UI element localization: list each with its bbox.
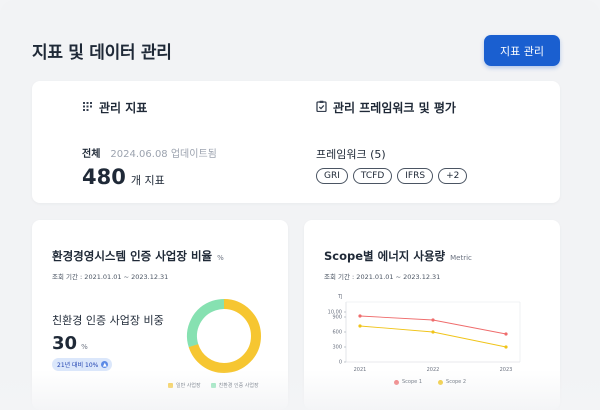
legend-swatch	[210, 383, 216, 388]
delta-text: 21년 대비 10%	[57, 362, 99, 369]
energy-card: Scope별 에너지 사용량 Metric 조회 기간 : 2021.01.01…	[304, 220, 560, 410]
clipboard-check-icon	[316, 100, 327, 115]
line-legend: Scope 1 Scope 2	[394, 379, 466, 385]
framework-chip[interactable]: IFRS	[397, 168, 434, 184]
indicators-total-row: 전체 2024.06.08 업데이트됨	[82, 145, 217, 160]
indicator-count: 480 개 지표	[82, 165, 165, 189]
legend-swatch	[438, 379, 444, 385]
framework-chips: GRI TCFD IFRS +2	[316, 168, 468, 184]
framework-chip-more[interactable]: +2	[438, 168, 468, 184]
energy-card-unit: Metric	[450, 254, 472, 262]
series-line	[359, 325, 507, 348]
manage-indicators-button[interactable]: 지표 관리	[484, 35, 560, 66]
legend-label: 친환경 인증 사업장	[218, 383, 259, 389]
summary-card: 관리 지표 전체 2024.06.08 업데이트됨 480 개 지표 관리 프레…	[32, 81, 560, 203]
ratio-label: 친환경 인증 사업장 비중	[52, 314, 164, 327]
indicators-section-title: 관리 지표	[99, 101, 148, 115]
data-point	[358, 324, 362, 328]
y-tick-label: 0	[339, 360, 342, 366]
legend-label: 일반 사업장	[176, 383, 201, 389]
legend-swatch	[394, 379, 399, 385]
ems-ratio-card: 환경경영시스템 인증 사업장 비율 % 조회 기간 : 2021.01.01 ~…	[32, 220, 288, 410]
updated-text: 2024.06.08 업데이트됨	[110, 149, 217, 160]
ems-card-title: 환경경영시스템 인증 사업장 비율 %	[52, 248, 224, 264]
indicator-count-unit: 개 지표	[130, 174, 165, 187]
legend-item: Scope 2	[438, 379, 466, 385]
line-chart: TJ030060090010,002021 2022 2023	[328, 294, 521, 373]
donut-legend: 일반 사업장 친환경 인증 사업장	[168, 382, 259, 389]
donut-chart	[187, 299, 261, 373]
delta-badge: 21년 대비 10% ▲	[52, 358, 113, 371]
legend-item: 친환경 인증 사업장	[210, 382, 259, 389]
x-tick-label: 2023	[500, 367, 513, 373]
ems-card-unit: %	[217, 254, 224, 262]
legend-label: Scope 2	[446, 379, 467, 385]
energy-period: 조회 기간 : 2021.01.01 ~ 2023.12.31	[324, 273, 441, 281]
x-tick-label: 2021	[354, 367, 367, 373]
legend-item: Scope 1	[394, 379, 422, 385]
data-point	[431, 330, 435, 334]
ratio-number: 30	[52, 333, 78, 354]
y-tick-label: 300	[332, 345, 342, 351]
indicator-count-value: 480	[82, 165, 126, 189]
frameworks-section-header: 관리 프레임워크 및 평가	[316, 99, 456, 116]
legend-item: 일반 사업장	[168, 382, 201, 389]
y-axis-label: TJ	[337, 294, 343, 300]
indicators-section-header: 관리 지표	[82, 99, 147, 116]
ems-card-title-text: 환경경영시스템 인증 사업장 비율	[52, 249, 213, 263]
y-tick-label: 600	[332, 330, 342, 336]
data-point	[358, 314, 362, 318]
framework-count-label: 프레임워크 (5)	[316, 148, 386, 161]
ratio-unit: %	[81, 343, 88, 351]
arrow-up-icon: ▲	[101, 361, 109, 368]
data-point	[504, 332, 508, 336]
page-title: 지표 및 데이터 관리	[32, 43, 172, 63]
legend-label: Scope 1	[402, 379, 423, 385]
frameworks-section-title: 관리 프레임워크 및 평가	[333, 101, 456, 115]
data-point	[504, 345, 508, 349]
framework-chip[interactable]: TCFD	[352, 168, 393, 184]
data-point	[431, 318, 435, 322]
framework-chip[interactable]: GRI	[316, 168, 348, 184]
ems-period: 조회 기간 : 2021.01.01 ~ 2023.12.31	[52, 273, 169, 281]
grid-icon	[82, 101, 93, 115]
energy-card-title: Scope별 에너지 사용량 Metric	[324, 248, 472, 264]
ratio-value: 30 %	[52, 333, 88, 354]
y-tick-label: 10,00	[328, 310, 342, 316]
x-tick-label: 2022	[427, 367, 440, 373]
energy-card-title-text: Scope별 에너지 사용량	[324, 249, 446, 263]
total-label: 전체	[82, 149, 101, 160]
legend-swatch	[168, 383, 173, 388]
